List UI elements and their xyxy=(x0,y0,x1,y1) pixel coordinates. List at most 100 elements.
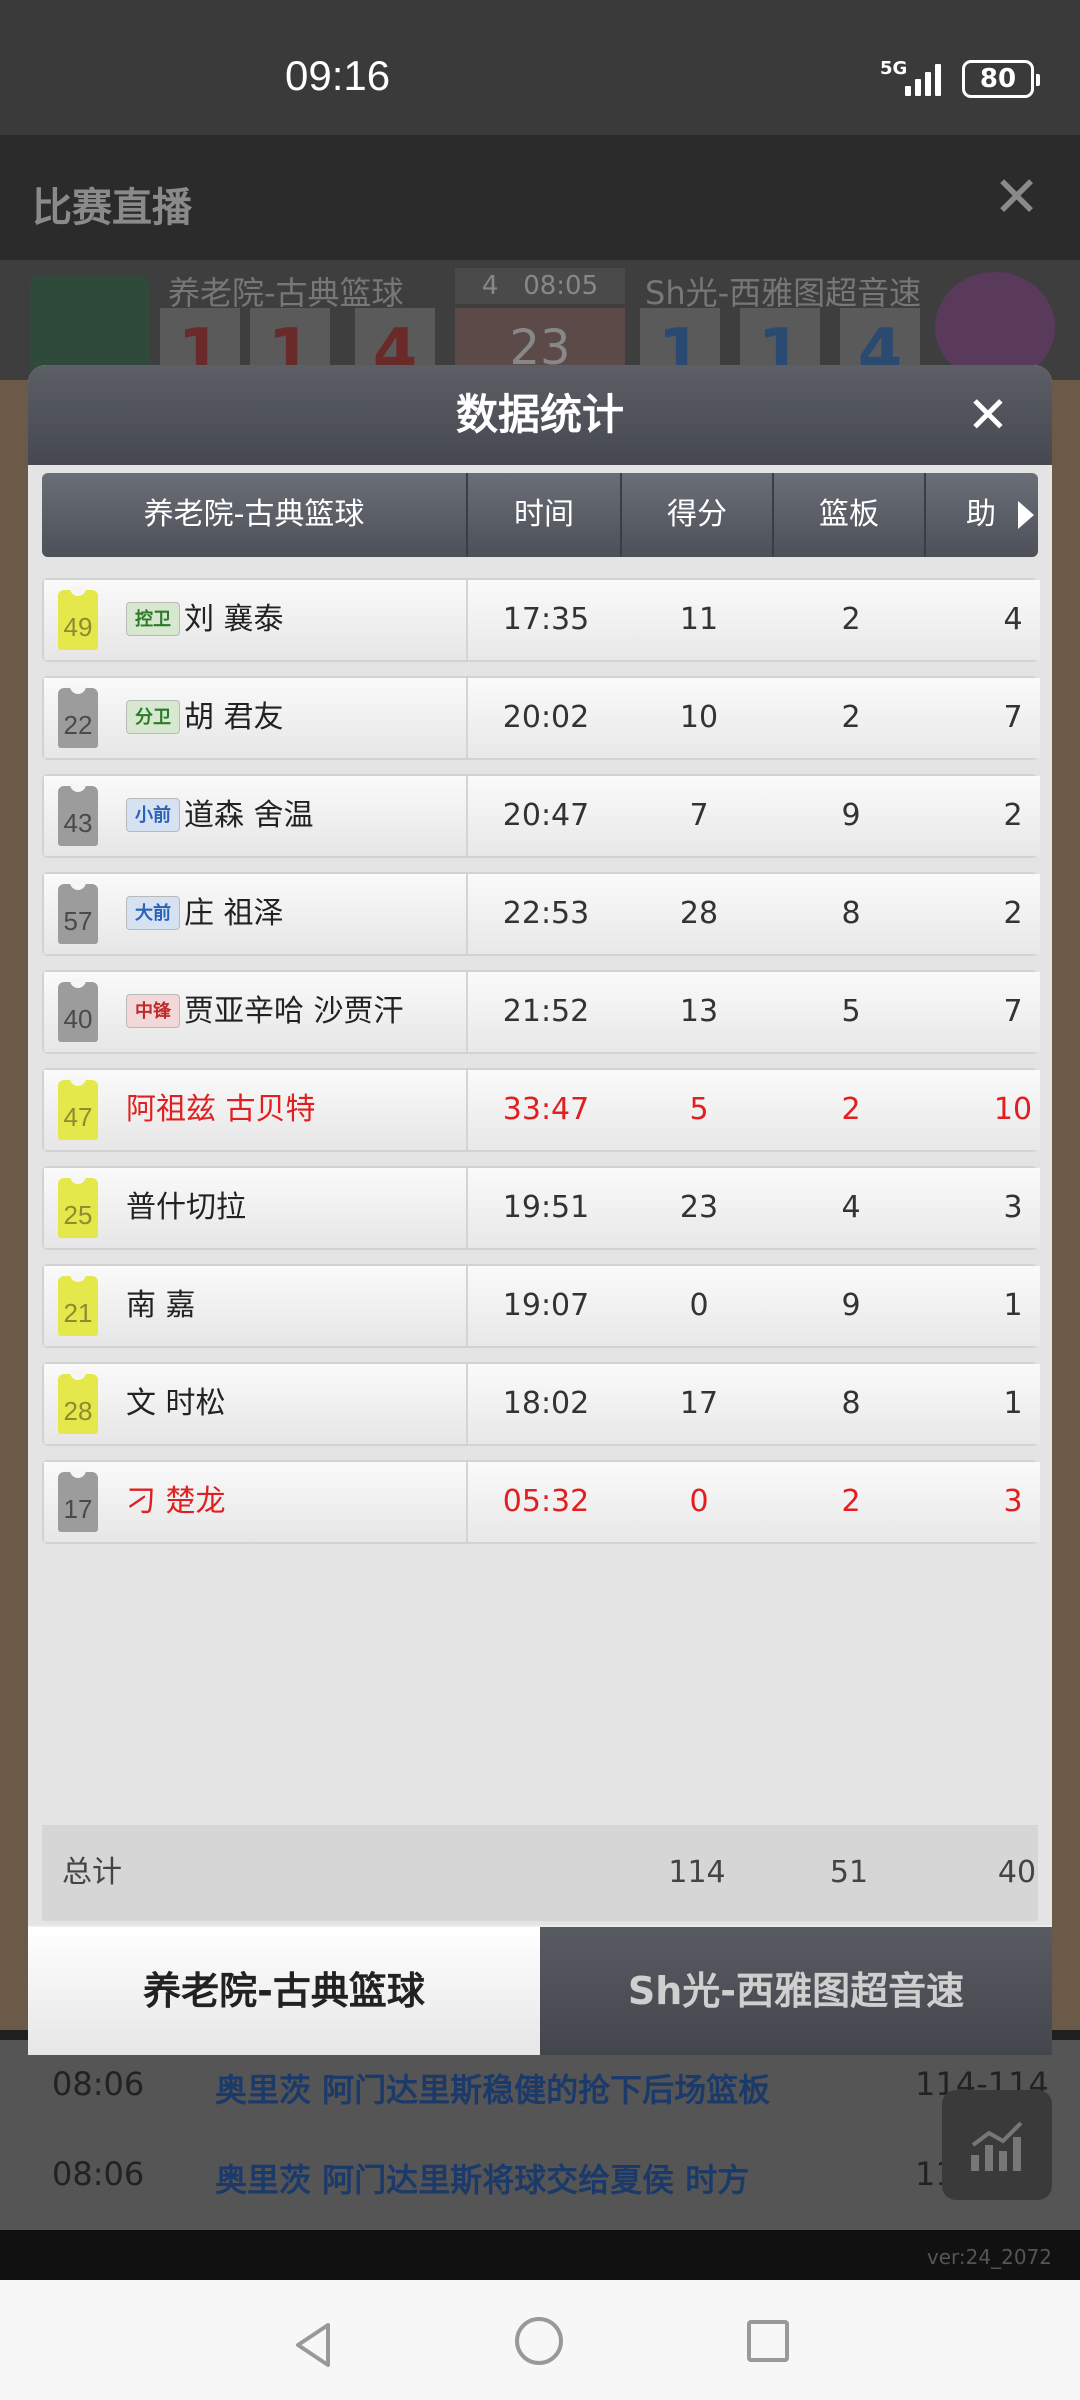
player-time: 20:02 xyxy=(502,700,590,735)
tab-home-team[interactable]: 养老院-古典篮球 xyxy=(28,1927,540,2055)
feed-time: 08:06 xyxy=(52,2065,145,2103)
version-label: ver:24_2072 xyxy=(926,2245,1052,2269)
column-team: 养老院-古典篮球 xyxy=(143,497,365,532)
player-rebounds: 2 xyxy=(841,1484,861,1519)
tab-away-team[interactable]: Sh光-西雅图超音速 xyxy=(540,1927,1052,2055)
player-row[interactable]: 21 南 嘉 19:07 0 9 1 xyxy=(42,1264,1040,1348)
close-icon[interactable]: ✕ xyxy=(958,385,1018,445)
player-assists: 7 xyxy=(1003,700,1023,735)
home-icon[interactable] xyxy=(515,2317,563,2365)
scroll-right-icon[interactable] xyxy=(1014,473,1038,557)
player-name: 阿祖兹 古贝特 xyxy=(126,1092,316,1127)
player-name: 胡 君友 xyxy=(184,700,284,735)
trend-chart-icon xyxy=(971,2121,1023,2171)
player-row[interactable]: 28 文 时松 18:02 17 8 1 xyxy=(42,1362,1040,1446)
player-time: 20:47 xyxy=(502,798,590,833)
player-rebounds: 2 xyxy=(841,1092,861,1127)
player-stats-cell: 20:47 7 9 2 xyxy=(468,776,1040,856)
player-time: 19:07 xyxy=(502,1288,590,1323)
feed-text: 奥里茨 阿门达里斯将球交给夏侯 时方 xyxy=(215,2161,750,2199)
player-rebounds: 9 xyxy=(841,1288,861,1323)
player-assists: 1 xyxy=(1003,1386,1023,1421)
feed-text: 奥里茨 阿门达里斯稳健的抢下后场篮板 xyxy=(215,2071,771,2109)
player-name-cell: 43 小前 道森 舍温 xyxy=(44,776,468,856)
player-stats-cell: 19:51 23 4 3 xyxy=(468,1168,1040,1248)
player-row[interactable]: 57 大前庄 祖泽 22:53 28 8 2 xyxy=(42,872,1040,956)
system-nav-bar xyxy=(0,2280,1080,2400)
position-badge: 控卫 xyxy=(126,602,180,636)
total-points: 114 xyxy=(668,1855,726,1890)
trend-chart-button[interactable] xyxy=(942,2090,1052,2200)
player-time: 18:02 xyxy=(502,1386,590,1421)
player-name-cell: 22 分卫胡 君友 xyxy=(44,678,468,758)
table-header: 养老院-古典篮球 时间 得分 篮板 助攻 xyxy=(42,473,1038,557)
total-assists: 40 xyxy=(997,1855,1037,1890)
player-assists: 3 xyxy=(1003,1484,1023,1519)
network-type: 5G xyxy=(880,58,908,79)
team-tabs: 养老院-古典篮球 Sh光-西雅图超音速 xyxy=(28,1927,1052,2055)
stats-modal: 数据统计 ✕ 养老院-古典篮球 时间 得分 篮板 助攻 49控卫刘 襄泰17:3… xyxy=(28,365,1052,2055)
player-time: 05:32 xyxy=(502,1484,590,1519)
player-assists: 3 xyxy=(1003,1190,1023,1225)
player-name: 文 时松 xyxy=(126,1386,226,1421)
player-row[interactable]: 47 阿祖兹 古贝特 33:47 5 2 10 xyxy=(42,1068,1040,1152)
player-rebounds: 2 xyxy=(841,700,861,735)
position-badge: 中锋 xyxy=(126,994,180,1028)
signal-icon xyxy=(905,60,947,96)
player-name-cell: 25 普什切拉 xyxy=(44,1168,468,1248)
player-time: 33:47 xyxy=(502,1092,590,1127)
feed-row: 08:06 奥里茨 阿门达里斯将球交给夏侯 时方 114-114 xyxy=(0,2155,1080,2215)
player-row[interactable]: 17 刁 楚龙 05:32 0 2 3 xyxy=(42,1460,1040,1544)
battery-icon: 80 xyxy=(962,60,1040,98)
player-points: 10 xyxy=(679,700,719,735)
game-clock: 4 08:05 xyxy=(455,268,625,304)
position-badge: 大前 xyxy=(126,896,180,930)
player-rebounds: 8 xyxy=(841,896,861,931)
feed-time: 08:06 xyxy=(52,2155,145,2193)
player-stats-cell: 20:02 10 2 7 xyxy=(468,678,1040,758)
recent-apps-icon[interactable] xyxy=(747,2320,789,2362)
player-points: 11 xyxy=(679,602,719,637)
total-row: 总计 114 51 40 xyxy=(42,1825,1038,1921)
player-row[interactable]: 43 小前 道森 舍温 20:47 7 9 2 xyxy=(42,774,1040,858)
player-points: 0 xyxy=(689,1288,709,1323)
jersey-icon: 43 xyxy=(58,782,98,846)
jersey-icon: 21 xyxy=(58,1272,98,1336)
status-time: 09:16 xyxy=(285,52,391,99)
app-header: 比赛直播 ✕ xyxy=(0,135,1080,260)
player-assists: 10 xyxy=(993,1092,1033,1127)
player-row[interactable]: 40 中锋 贾亚辛哈 沙贾汗 21:52 13 5 7 xyxy=(42,970,1040,1054)
player-assists: 2 xyxy=(1003,896,1023,931)
player-list[interactable]: 49 控卫刘 襄泰 17:35 11 2 4 22 分卫胡 君友 20:02 10 2 7 43 小前 道森… xyxy=(42,578,1040,1558)
back-icon[interactable] xyxy=(288,2320,338,2370)
player-assists: 4 xyxy=(1003,602,1023,637)
column-assists[interactable]: 助攻 xyxy=(926,473,1016,557)
player-name: 普什切拉 xyxy=(126,1190,246,1225)
modal-header: 数据统计 ✕ xyxy=(28,365,1052,465)
app-close-icon[interactable]: ✕ xyxy=(993,165,1040,230)
column-rebounds[interactable]: 篮板 xyxy=(774,473,924,557)
player-points: 17 xyxy=(679,1386,719,1421)
player-name-cell: 17 刁 楚龙 xyxy=(44,1462,468,1542)
player-rebounds: 9 xyxy=(841,798,861,833)
player-name-cell: 28 文 时松 xyxy=(44,1364,468,1444)
app-bottom-bar xyxy=(0,2230,1080,2280)
player-points: 23 xyxy=(679,1190,719,1225)
total-label: 总计 xyxy=(62,1855,122,1890)
player-stats-cell: 05:32 0 2 3 xyxy=(468,1462,1040,1542)
position-badge: 分卫 xyxy=(126,700,180,734)
clock-time: 08:05 xyxy=(523,271,599,301)
app-title: 比赛直播 xyxy=(32,185,192,231)
position-badge: 小前 xyxy=(126,798,180,832)
player-stats-cell: 33:47 5 2 10 xyxy=(468,1070,1040,1150)
modal-title: 数据统计 xyxy=(455,390,624,439)
player-row[interactable]: 49 控卫刘 襄泰 17:35 11 2 4 xyxy=(42,578,1040,662)
player-row[interactable]: 22 分卫胡 君友 20:02 10 2 7 xyxy=(42,676,1040,760)
player-assists: 1 xyxy=(1003,1288,1023,1323)
player-rebounds: 5 xyxy=(841,994,861,1029)
jersey-icon: 25 xyxy=(58,1174,98,1238)
player-points: 0 xyxy=(689,1484,709,1519)
column-time[interactable]: 时间 xyxy=(468,473,620,557)
column-points[interactable]: 得分 xyxy=(622,473,772,557)
player-row[interactable]: 25 普什切拉 19:51 23 4 3 xyxy=(42,1166,1040,1250)
